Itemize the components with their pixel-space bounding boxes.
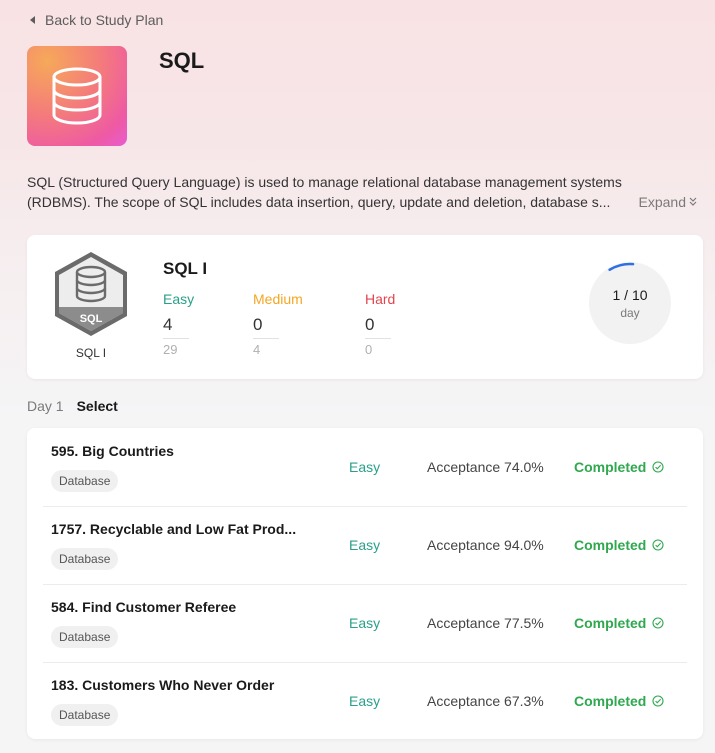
expand-button[interactable]: Expand — [635, 192, 697, 212]
problem-row[interactable]: 183. Customers Who Never Order Database … — [43, 662, 687, 740]
plan-summary-card: SQL SQL I SQL I Easy 4 29 Medium 0 4 Har… — [27, 235, 703, 379]
problem-title[interactable]: 1757. Recyclable and Low Fat Prod... — [51, 521, 296, 537]
stat-medium-total: 4 — [253, 342, 261, 357]
status-badge: Completed — [574, 693, 664, 709]
stat-hard-label: Hard — [365, 291, 396, 307]
check-circle-icon — [652, 617, 664, 629]
acceptance-rate: Acceptance 67.3% — [427, 693, 544, 709]
status-text: Completed — [574, 615, 647, 631]
problem-row[interactable]: 584. Find Customer Referee Database Easy… — [43, 584, 687, 663]
problem-title[interactable]: 183. Customers Who Never Order — [51, 677, 274, 693]
day-selector: Day 1 Select — [27, 398, 118, 414]
status-text: Completed — [574, 693, 647, 709]
acceptance-rate: Acceptance 77.5% — [427, 615, 544, 631]
topic-tag[interactable]: Database — [51, 548, 119, 570]
topic-tag[interactable]: Database — [51, 470, 119, 492]
day-label: Day 1 — [27, 398, 64, 414]
stat-hard: Hard 0 0 — [365, 291, 425, 357]
description-line-1: SQL (Structured Query Language) is used … — [27, 174, 622, 190]
check-circle-icon — [652, 539, 664, 551]
difficulty-label: Easy — [349, 537, 381, 553]
problem-row[interactable]: 595. Big Countries Database Easy Accepta… — [43, 428, 687, 507]
difficulty-label: Easy — [349, 459, 381, 475]
check-circle-icon — [652, 461, 664, 473]
sql-badge: SQL SQL I — [51, 249, 131, 360]
stat-medium: Medium 0 4 — [253, 291, 313, 357]
stat-easy-label: Easy — [163, 291, 195, 307]
stat-hard-value: 0 — [365, 315, 391, 339]
acceptance-rate: Acceptance 74.0% — [427, 459, 544, 475]
stat-easy: Easy 4 29 — [163, 291, 223, 357]
status-badge: Completed — [574, 459, 664, 475]
double-chevron-down-icon — [689, 197, 697, 206]
plan-description: SQL (Structured Query Language) is used … — [27, 172, 697, 212]
stat-medium-label: Medium — [253, 291, 303, 307]
progress-arc — [608, 262, 635, 271]
stat-easy-total: 29 — [163, 342, 178, 357]
check-circle-icon — [652, 695, 664, 707]
database-icon — [52, 67, 102, 125]
progress-arc-path — [608, 262, 635, 271]
problem-row[interactable]: 1757. Recyclable and Low Fat Prod... Dat… — [43, 506, 687, 585]
status-text: Completed — [574, 459, 647, 475]
day-progress-ring: 1 / 10 day — [589, 262, 671, 344]
stat-medium-value: 0 — [253, 315, 279, 339]
back-label: Back to Study Plan — [45, 12, 164, 28]
badge-text: SQL — [80, 313, 103, 325]
status-badge: Completed — [574, 615, 664, 631]
back-to-study-plan-link[interactable]: Back to Study Plan — [30, 12, 163, 28]
select-day-button[interactable]: Select — [77, 398, 118, 414]
stat-hard-total: 0 — [365, 342, 373, 357]
topic-tag[interactable]: Database — [51, 626, 119, 648]
chevron-left-icon — [30, 16, 35, 24]
plan-cover-image — [27, 46, 127, 146]
plan-level-title: SQL I — [163, 259, 208, 278]
status-text: Completed — [574, 537, 647, 553]
description-line-2: (RDBMS). The scope of SQL includes data … — [27, 194, 611, 210]
problem-title[interactable]: 595. Big Countries — [51, 443, 174, 459]
page-title: SQL — [159, 48, 205, 73]
problem-title[interactable]: 584. Find Customer Referee — [51, 599, 236, 615]
problem-list: 595. Big Countries Database Easy Accepta… — [27, 428, 703, 739]
expand-label: Expand — [638, 194, 686, 210]
acceptance-rate: Acceptance 94.0% — [427, 537, 544, 553]
difficulty-label: Easy — [349, 693, 381, 709]
status-badge: Completed — [574, 537, 664, 553]
stat-easy-value: 4 — [163, 315, 189, 339]
badge-label: SQL I — [75, 346, 107, 360]
topic-tag[interactable]: Database — [51, 704, 119, 726]
sql-badge-icon: SQL — [55, 252, 127, 336]
difficulty-label: Easy — [349, 615, 381, 631]
